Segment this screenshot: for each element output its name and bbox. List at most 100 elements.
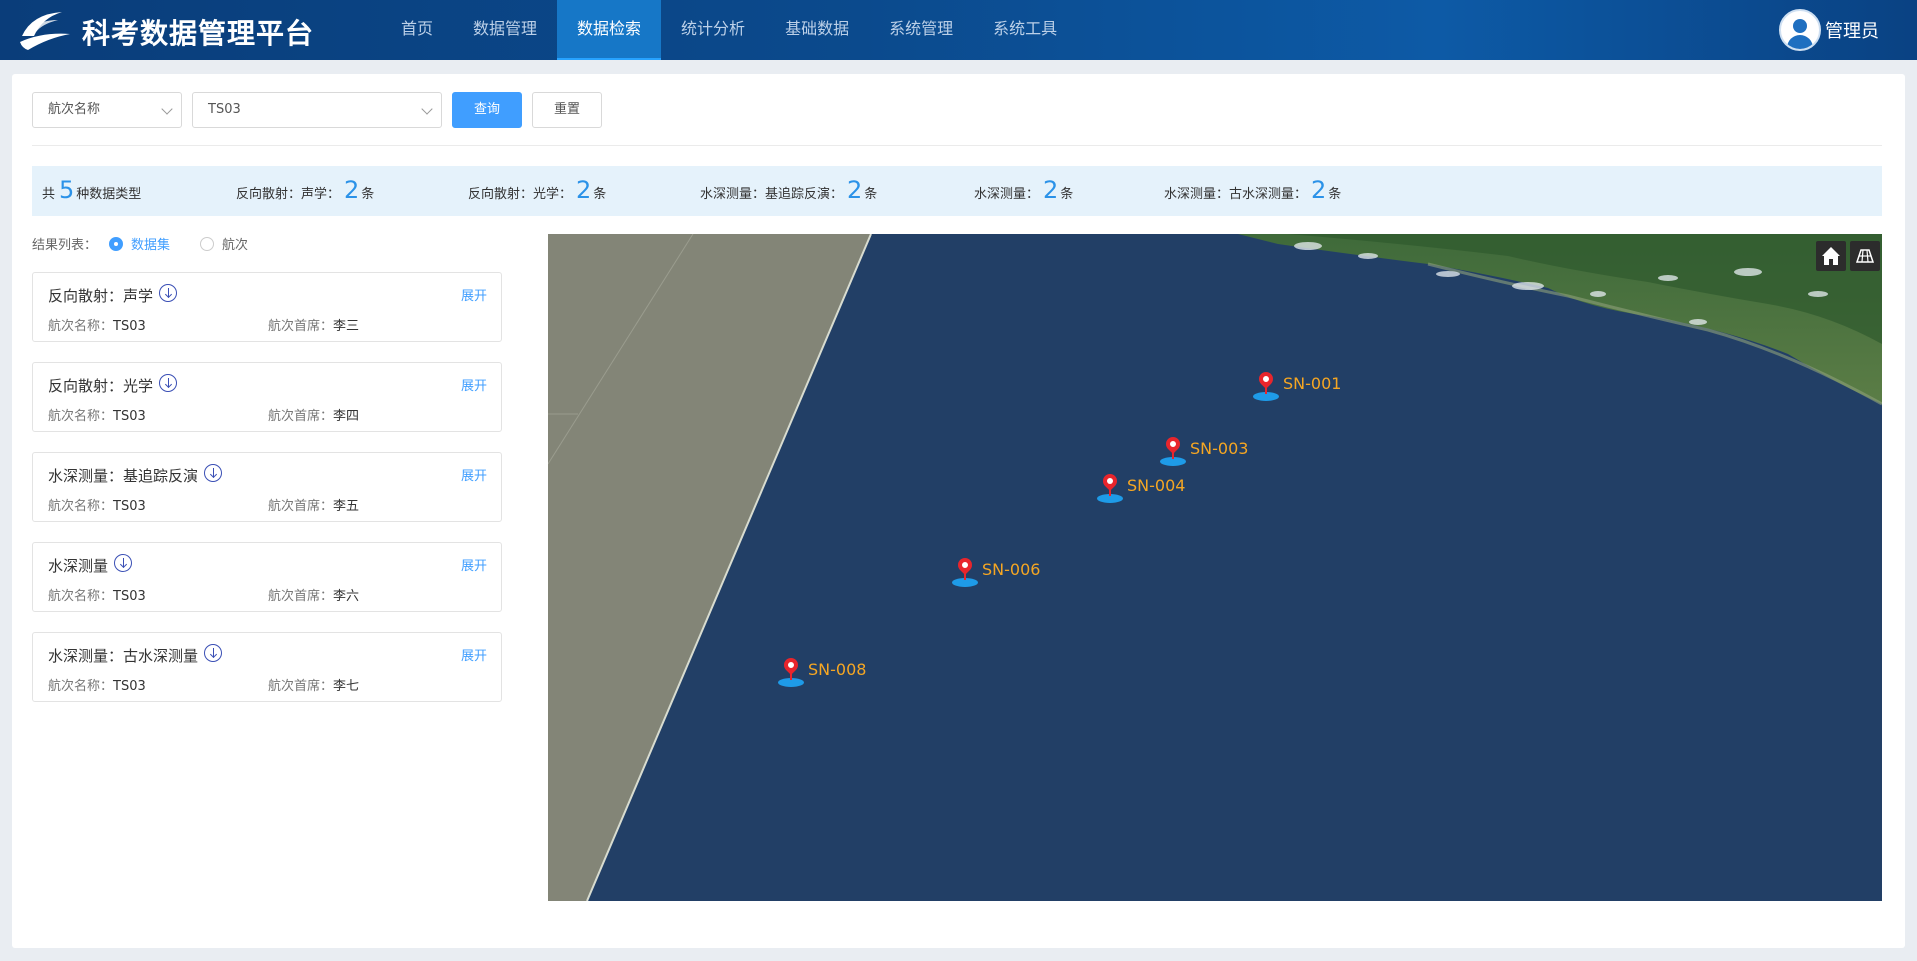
app-logo-icon — [20, 12, 70, 50]
nav-data-management[interactable]: 数据管理 — [453, 0, 557, 60]
summary-item: 反向散射：光学： 2 条 — [468, 176, 606, 204]
nav-system-tools[interactable]: 系统工具 — [973, 0, 1077, 60]
expand-link[interactable]: 展开 — [461, 645, 487, 664]
cruise-name-key: 航次名称： — [48, 499, 114, 514]
summary-item-label: 水深测量： — [974, 187, 1040, 202]
summary-item: 水深测量：基追踪反演： 2 条 — [700, 176, 877, 204]
cruise-name-key: 航次名称： — [48, 409, 114, 424]
radio-dataset[interactable]: 数据集 — [109, 234, 170, 253]
summary-unit: 条 — [593, 187, 607, 202]
card-title-text: 水深测量：古水深测量 — [48, 647, 199, 665]
expand-link[interactable]: 展开 — [461, 375, 487, 394]
cruise-name-value: TS03 — [113, 319, 146, 334]
user-name: 管理员 — [1825, 21, 1879, 42]
summary-item: 反向散射：声学： 2 条 — [236, 176, 374, 204]
card-title: 反向散射：声学 — [48, 283, 178, 306]
radio-cruise[interactable]: 航次 — [200, 234, 248, 253]
map-marker-icon[interactable] — [1158, 434, 1188, 469]
filter-value-select[interactable]: TS03 — [192, 92, 442, 128]
chevron-down-icon — [161, 103, 173, 115]
card-cruise: 航次名称：TS03 — [48, 315, 146, 334]
radio-unchecked-icon — [200, 236, 215, 251]
summary-item-count: 2 — [847, 176, 863, 204]
summary-unit: 条 — [1328, 187, 1342, 202]
summary-total: 共 5 种数据类型 — [42, 176, 141, 204]
result-list-label: 结果列表： — [32, 238, 98, 253]
download-icon[interactable] — [204, 643, 223, 662]
card-chief: 航次首席：李六 — [268, 585, 359, 604]
expand-link[interactable]: 展开 — [461, 555, 487, 574]
card-chief: 航次首席：李三 — [268, 315, 359, 334]
main-nav: 首页 数据管理 数据检索 统计分析 基础数据 系统管理 系统工具 — [381, 0, 1077, 60]
nav-data-search[interactable]: 数据检索 — [557, 0, 662, 60]
reset-button[interactable]: 重置 — [532, 92, 602, 128]
map-marker-icon[interactable] — [1251, 369, 1281, 404]
download-icon[interactable] — [159, 283, 178, 302]
card-title: 反向散射：光学 — [48, 373, 178, 396]
map-marker-icon[interactable] — [1095, 471, 1125, 506]
summary-item-count: 2 — [344, 176, 360, 204]
marker-label[interactable]: SN-003 — [1190, 439, 1248, 458]
chevron-down-icon — [421, 103, 433, 115]
map-marker-icon[interactable] — [776, 655, 806, 690]
chief-value: 李六 — [333, 589, 360, 604]
result-card: 反向散射：声学 展开 航次名称：TS03 航次首席：李三 — [32, 272, 502, 342]
summary-item-count: 2 — [1311, 176, 1327, 204]
result-card: 反向散射：光学 展开 航次名称：TS03 航次首席：李四 — [32, 362, 502, 432]
marker-label[interactable]: SN-008 — [808, 660, 866, 679]
summary-suffix: 种数据类型 — [76, 187, 142, 202]
card-title: 水深测量：古水深测量 — [48, 643, 223, 666]
chief-key: 航次首席： — [268, 319, 334, 334]
card-cruise: 航次名称：TS03 — [48, 585, 146, 604]
cruise-name-key: 航次名称： — [48, 589, 114, 604]
main-panel: 航次名称 TS03 查询 重置 共 5 种数据类型 反向散射：声学： 2 条 反向散射：… — [12, 74, 1905, 948]
chief-value: 李五 — [333, 499, 360, 514]
summary-bar: 共 5 种数据类型 反向散射：声学： 2 条 反向散射：光学： 2 条 水深测量：基追踪反演… — [32, 166, 1882, 216]
summary-prefix: 共 — [42, 187, 56, 202]
card-chief: 航次首席：李七 — [268, 675, 359, 694]
expand-link[interactable]: 展开 — [461, 285, 487, 304]
cruise-name-key: 航次名称： — [48, 319, 114, 334]
map-view[interactable]: SN-001 SN-003 SN-004 SN-006 SN-008 — [548, 234, 1882, 901]
cruise-name-value: TS03 — [113, 499, 146, 514]
download-icon[interactable] — [114, 553, 133, 572]
summary-item: 水深测量： 2 条 — [974, 176, 1073, 204]
map-basemap — [548, 234, 1882, 901]
card-title-text: 水深测量 — [48, 557, 109, 575]
result-card: 水深测量：古水深测量 展开 航次名称：TS03 航次首席：李七 — [32, 632, 502, 702]
card-cruise: 航次名称：TS03 — [48, 675, 146, 694]
app-title: 科考数据管理平台 — [82, 17, 315, 50]
summary-item-count: 2 — [576, 176, 592, 204]
nav-home[interactable]: 首页 — [381, 0, 453, 60]
summary-total-count: 5 — [59, 176, 75, 204]
chief-key: 航次首席： — [268, 589, 334, 604]
home-icon[interactable] — [1816, 241, 1846, 271]
nav-base-data[interactable]: 基础数据 — [765, 0, 869, 60]
download-icon[interactable] — [159, 373, 178, 392]
card-title: 水深测量 — [48, 553, 133, 576]
radio-dataset-label: 数据集 — [131, 238, 171, 253]
map-marker-icon[interactable] — [950, 555, 980, 590]
cruise-name-key: 航次名称： — [48, 679, 114, 694]
basemap-toggle-icon[interactable] — [1850, 241, 1880, 271]
nav-statistics[interactable]: 统计分析 — [661, 0, 765, 60]
marker-label[interactable]: SN-001 — [1283, 374, 1341, 393]
top-header: 科考数据管理平台 首页 数据管理 数据检索 统计分析 基础数据 系统管理 系统工… — [0, 0, 1917, 60]
expand-link[interactable]: 展开 — [461, 465, 487, 484]
cruise-name-value: TS03 — [113, 589, 146, 604]
filter-field-select[interactable]: 航次名称 — [32, 92, 182, 128]
summary-item-label: 水深测量：基追踪反演： — [700, 187, 844, 202]
summary-item-label: 水深测量：古水深测量： — [1164, 187, 1308, 202]
download-icon[interactable] — [204, 463, 223, 482]
user-menu[interactable]: 管理员 — [1779, 7, 1879, 53]
summary-item-count: 2 — [1043, 176, 1059, 204]
card-cruise: 航次名称：TS03 — [48, 495, 146, 514]
query-button[interactable]: 查询 — [452, 92, 522, 128]
marker-label[interactable]: SN-006 — [982, 560, 1040, 579]
radio-cruise-label: 航次 — [222, 238, 249, 253]
filter-field-value: 航次名称 — [48, 102, 101, 117]
card-title-text: 水深测量：基追踪反演 — [48, 467, 199, 485]
nav-system-management[interactable]: 系统管理 — [869, 0, 973, 60]
marker-label[interactable]: SN-004 — [1127, 476, 1185, 495]
card-chief: 航次首席：李五 — [268, 495, 359, 514]
